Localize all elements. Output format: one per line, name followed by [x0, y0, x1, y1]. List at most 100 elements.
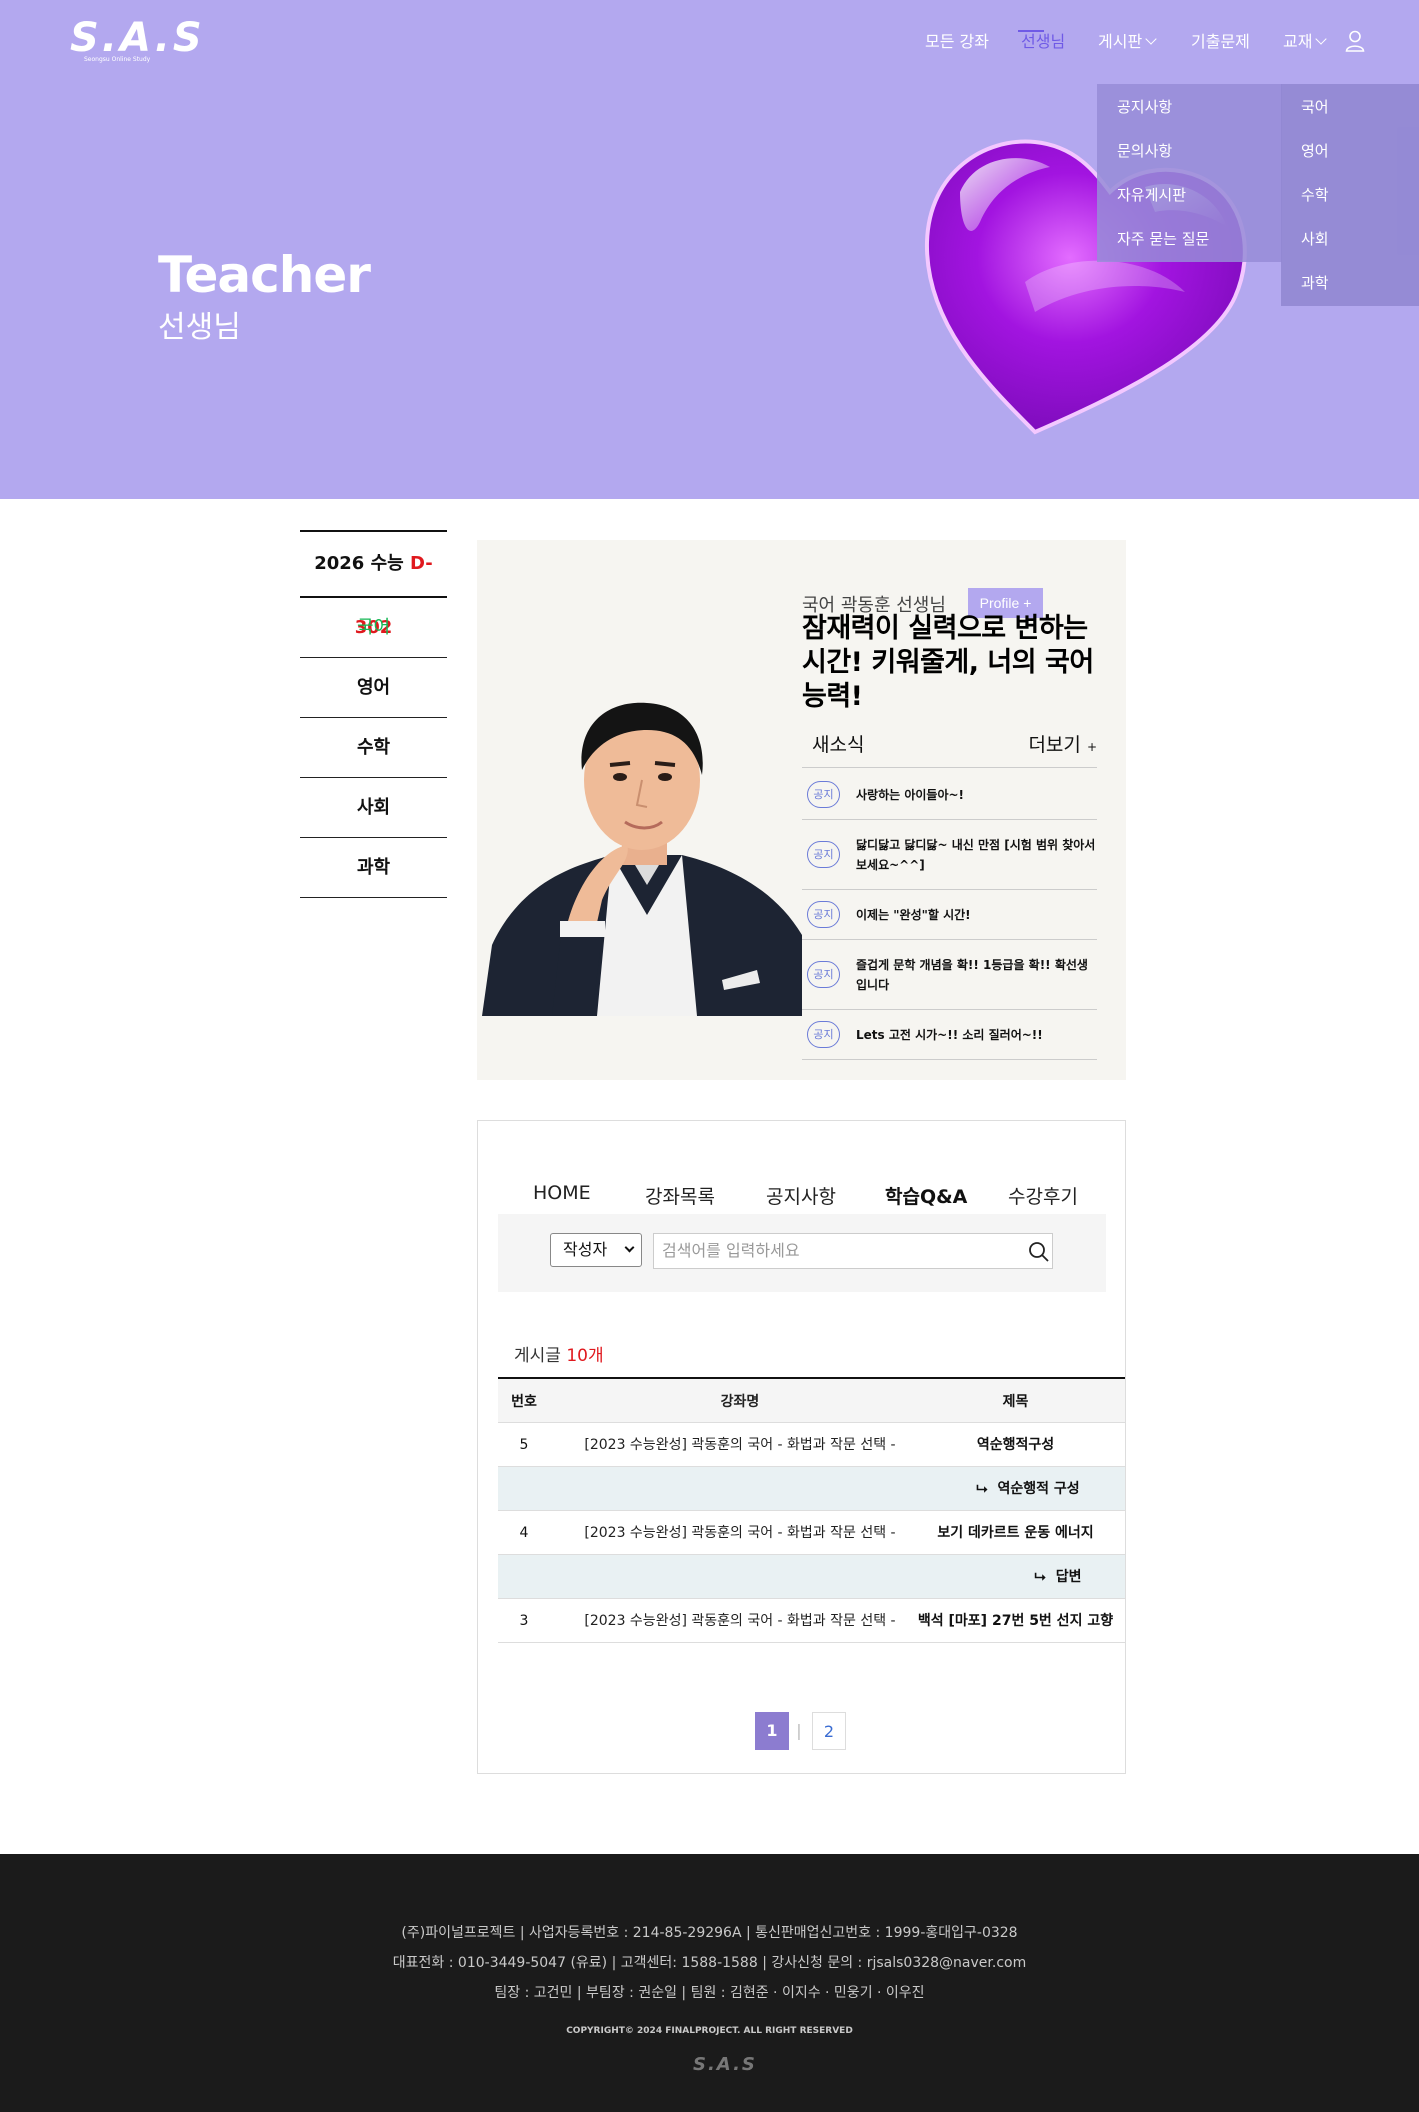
news-item[interactable]: 공지 Lets 고전 시가~!! 소리 질러어~!!: [802, 1010, 1097, 1060]
news-more-link[interactable]: 더보기 +: [1028, 730, 1097, 757]
row-title[interactable]: ⮡ 역순행적 구성: [928, 1467, 1125, 1511]
reply-title: 답변: [1055, 1569, 1082, 1585]
dropdown-item-social[interactable]: 사회: [1301, 228, 1329, 249]
row-number: 3: [519, 1613, 529, 1629]
hero-banner: S.A.S Seongsu Online Study 모든 강좌 선생님 게시판…: [0, 0, 1419, 499]
footer-team-info: 팀장 : 고건민 | 부팀장 : 권순일 | 팀원 : 김현준 · 이지수 · …: [494, 1985, 925, 2001]
chevron-down-icon: [1145, 33, 1157, 45]
chevron-down-icon: [1315, 33, 1328, 45]
post-count-value: 10개: [566, 1346, 604, 1366]
nav-past-exams[interactable]: 기출문제: [1191, 28, 1250, 52]
nav-books[interactable]: 교재: [1283, 28, 1328, 52]
tab-notice[interactable]: 공지사항: [766, 1182, 836, 1209]
news-item[interactable]: 공지 닳디닳고 닳디닳~ 내신 만점 [시험 범위 찾아서 보세요~^^]: [802, 820, 1097, 890]
dday-counter: 2026 수능 D-302: [300, 530, 447, 638]
notice-badge: 공지: [807, 1021, 840, 1048]
dropdown-item-english[interactable]: 영어: [1301, 140, 1329, 161]
row-course: [2023 수능완성] 곽동훈의 국어 - 화법과 작문 선택 -: [584, 1437, 896, 1453]
footer-copyright: COPYRIGHT© 2024 FINALPROJECT. ALL RIGHT …: [566, 2026, 853, 2036]
dropdown-item-faq[interactable]: 자주 묻는 질문: [1117, 228, 1209, 249]
nav-all-courses[interactable]: 모든 강좌: [925, 28, 989, 52]
dropdown-item-korean[interactable]: 국어: [1301, 96, 1329, 117]
nav-board-label: 게시판: [1098, 32, 1143, 51]
notice-badge: 공지: [807, 841, 840, 868]
sidebar-item-social[interactable]: 사회: [300, 778, 447, 838]
news-item[interactable]: 공지 사랑하는 아이들아~!: [802, 770, 1097, 820]
dropdown-item-free-board[interactable]: 자유게시판: [1117, 184, 1186, 205]
teacher-slogan: 잠재력이 실력으로 변하는 시간! 키워줄게, 너의 국어 능력!: [802, 613, 1094, 712]
site-footer: (주)파이널프로젝트 | 사업자등록번호 : 214-85-29296A | 통…: [0, 1854, 1419, 2112]
page-1-button[interactable]: 1: [755, 1712, 789, 1750]
table-header: 번호 강좌명 제목: [498, 1377, 1125, 1423]
tab-home[interactable]: HOME: [533, 1182, 591, 1204]
tab-reviews[interactable]: 수강후기: [1008, 1182, 1078, 1209]
user-icon[interactable]: [1345, 30, 1365, 52]
news-item-text: 즐겁게 문학 개념을 확!! 1등급을 확!! 확선생입니다: [856, 958, 1088, 992]
post-count-label: 게시글: [514, 1346, 561, 1366]
news-item[interactable]: 공지 즐겁게 문학 개념을 확!! 1등급을 확!! 확선생입니다: [802, 940, 1097, 1010]
row-title[interactable]: 역순행적구성: [903, 1423, 1125, 1467]
sidebar-item-korean[interactable]: 국어: [300, 598, 447, 658]
news-header: 새소식 더보기 +: [802, 730, 1097, 768]
dropdown-item-notice[interactable]: 공지사항: [1117, 96, 1172, 117]
page-2-button[interactable]: 2: [812, 1712, 846, 1750]
table-row[interactable]: 5 [2023 수능완성] 곽동훈의 국어 - 화법과 작문 선택 - 역순행적…: [498, 1423, 1125, 1467]
search-panel: 작성자 검색어를 입력하세요: [498, 1214, 1106, 1292]
chevron-down-icon: [624, 1242, 635, 1253]
sidebar-item-english[interactable]: 영어: [300, 658, 447, 718]
news-item-text: Lets 고전 시가~!! 소리 질러어~!!: [856, 1028, 1043, 1042]
footer-contact-info: 대표전화 : 010-3449-5047 (유료) | 고객센터: 1588-1…: [392, 1955, 1027, 1971]
teacher-photo: [482, 685, 802, 1016]
hero-title: Teacher: [158, 246, 371, 304]
row-number: 5: [519, 1437, 529, 1453]
table-row-reply[interactable]: ⮡ 답변: [498, 1555, 1125, 1599]
news-item-text: 사랑하는 아이들아~!: [856, 788, 965, 802]
col-course: 강좌명: [720, 1394, 760, 1410]
table-row[interactable]: 4 [2023 수능완성] 곽동훈의 국어 - 화법과 작문 선택 - 보기 데…: [498, 1511, 1125, 1555]
sidebar-item-science[interactable]: 과학: [300, 838, 447, 898]
news-item-text: 이제는 "완성"할 시간!: [856, 908, 971, 922]
col-number: 번호: [511, 1394, 537, 1410]
main-nav: 모든 강좌 선생님 게시판 기출문제 교재: [0, 28, 1419, 58]
news-more-plus: +: [1086, 740, 1097, 754]
search-field-select[interactable]: 작성자: [550, 1233, 642, 1267]
notice-badge: 공지: [807, 781, 840, 808]
row-course: [2023 수능완성] 곽동훈의 국어 - 화법과 작문 선택 -: [584, 1613, 896, 1629]
nav-active-underline: [1018, 30, 1044, 32]
news-title: 새소식: [812, 734, 865, 756]
reply-arrow-icon: ⮡: [1034, 1569, 1046, 1585]
news-item[interactable]: 공지 이제는 "완성"할 시간!: [802, 890, 1097, 940]
notice-badge: 공지: [807, 901, 840, 928]
row-title[interactable]: 보기 데카르트 운동 에너지: [903, 1511, 1125, 1555]
tab-course-list[interactable]: 강좌목록: [645, 1182, 715, 1209]
reply-title: 역순행적 구성: [997, 1481, 1080, 1497]
reply-arrow-icon: ⮡: [976, 1481, 988, 1497]
tab-qna[interactable]: 학습Q&A: [885, 1182, 967, 1209]
sidebar-item-math[interactable]: 수학: [300, 718, 447, 778]
teacher-profile-card: 국어 곽동훈 선생님 Profile + 잠재력이 실력으로 변하는 시간! 키…: [477, 540, 1126, 1080]
row-title[interactable]: ⮡ 답변: [928, 1555, 1125, 1599]
qna-board: HOME 강좌목록 공지사항 학습Q&A 수강후기 작성자 검색어를 입력하세요…: [477, 1120, 1126, 1774]
search-icon[interactable]: [1028, 1241, 1050, 1263]
col-title: 제목: [1002, 1394, 1029, 1410]
post-count: 게시글 10개: [514, 1341, 604, 1366]
row-number: 4: [519, 1525, 529, 1541]
nav-books-label: 교재: [1283, 32, 1313, 51]
nav-board[interactable]: 게시판: [1098, 28, 1157, 52]
dday-label: 2026 수능: [314, 553, 404, 574]
subject-sidebar: 2026 수능 D-302 국어 영어 수학 사회 과학: [300, 530, 447, 898]
search-input[interactable]: 검색어를 입력하세요: [653, 1233, 1053, 1269]
search-field-value: 작성자: [563, 1240, 608, 1259]
dropdown-item-inquiry[interactable]: 문의사항: [1117, 140, 1172, 161]
qna-table: 번호 강좌명 제목 5 [2023 수능완성] 곽동훈의 국어 - 화법과 작문…: [498, 1377, 1125, 1643]
row-title[interactable]: 백석 [마포] 27번 5번 선지 고향: [903, 1599, 1125, 1643]
dropdown-item-math[interactable]: 수학: [1301, 184, 1329, 205]
table-row[interactable]: 3 [2023 수능완성] 곽동훈의 국어 - 화법과 작문 선택 - 백석 […: [498, 1599, 1125, 1643]
news-more-label: 더보기: [1028, 734, 1081, 756]
dropdown-item-science[interactable]: 과학: [1301, 272, 1329, 293]
hero-subtitle: 선생님: [158, 310, 241, 345]
news-list: 공지 사랑하는 아이들아~! 공지 닳디닳고 닳디닳~ 내신 만점 [시험 범위…: [802, 770, 1097, 1060]
table-row-reply[interactable]: ⮡ 역순행적 구성: [498, 1467, 1125, 1511]
news-item-text: 닳디닳고 닳디닳~ 내신 만점 [시험 범위 찾아서 보세요~^^]: [856, 838, 1096, 872]
page-separator: |: [796, 1721, 802, 1740]
